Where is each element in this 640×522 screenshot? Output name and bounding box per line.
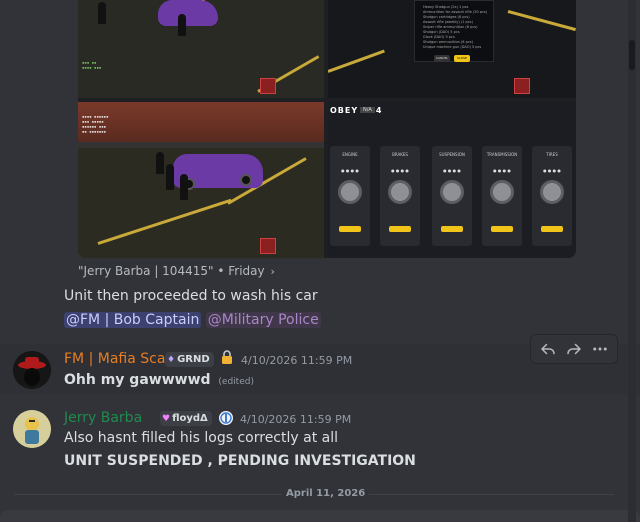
dialog-confirm-button: CLOSE	[454, 55, 470, 62]
tune-shop-badge: N/A	[360, 107, 375, 113]
game-screenshot-4[interactable]: OBEY RS4 N/A ENGINE ● ● ● ● BRAKES ● ● ●…	[328, 102, 576, 258]
suspension-part-icon	[440, 180, 464, 204]
message-toolbar	[530, 334, 618, 364]
date-divider: April 11, 2026	[282, 488, 370, 499]
date-divider-line	[14, 494, 282, 495]
edited-label: (edited)	[218, 377, 254, 387]
road-marking	[97, 198, 232, 245]
forwarded-text: Unit then proceeded to wash his car	[64, 288, 318, 304]
tune-card-label: TIRES	[546, 152, 558, 157]
forward-source[interactable]: "Jerry Barba | 104415" • Friday ›	[78, 264, 275, 278]
game-screenshot-2[interactable]: Heavy Shotgun (2x) 1 pcs Ammunition for …	[328, 0, 576, 98]
character	[156, 152, 164, 174]
forwarded-image-grid[interactable]: ▪▪▪ ▪▪ ▪▪▪▪ ▪▪▪ Heavy Shotgun (2x) 1 pcs …	[78, 0, 576, 258]
tag-label: floydΔ	[172, 413, 208, 424]
tune-card-level: ● ● ● ●	[543, 168, 561, 173]
hud-icon	[514, 78, 530, 94]
tune-card-transmission: TRANSMISSION ● ● ● ●	[482, 146, 522, 246]
tune-card-label: SUSPENSION	[439, 152, 465, 157]
hud-icon	[260, 78, 276, 94]
character	[180, 174, 188, 200]
dialog-cancel-button: CANCEL	[434, 55, 450, 62]
username[interactable]: Jerry Barba	[64, 410, 142, 426]
avatar[interactable]	[13, 410, 51, 448]
tag-label: GRND	[177, 354, 210, 365]
tune-card-button	[441, 226, 463, 232]
brake-part-icon	[388, 180, 412, 204]
tune-card-button	[491, 226, 513, 232]
character	[178, 14, 186, 36]
game-screenshot-1[interactable]: ▪▪▪ ▪▪ ▪▪▪▪ ▪▪▪	[78, 0, 324, 98]
tune-card-label: TRANSMISSION	[486, 152, 518, 157]
forward-source-name: "Jerry Barba | 104415"	[78, 264, 214, 278]
hud-overlay: ▪▪▪▪ ▪▪▪▪▪▪ ▪▪▪ ▪▪▪▪▪ ▪▪▪▪▪▪ ▪▪▪ ▪▪ ▪▪▪▪▪▪▪	[82, 114, 109, 134]
heart-icon: ♥	[162, 413, 171, 424]
server-tag[interactable]: ♦ GRND	[165, 352, 214, 367]
hud-overlay: ▪▪▪ ▪▪ ▪▪▪▪ ▪▪▪	[82, 60, 102, 70]
tune-card-suspension: SUSPENSION ● ● ● ●	[432, 146, 472, 246]
message-text: UNIT SUSPENDED , PENDING INVESTIGATION	[64, 453, 416, 469]
character	[98, 2, 106, 24]
tune-card-tires: TIRES ● ● ● ●	[532, 146, 572, 246]
tune-card-label: ENGINE	[342, 152, 358, 157]
forwarded-mentions: @FM | Bob Captain @Military Police	[64, 312, 321, 328]
tune-card-level: ● ● ● ●	[341, 168, 359, 173]
tune-card-level: ● ● ● ●	[493, 168, 511, 173]
reply-arrow-icon[interactable]	[536, 337, 560, 361]
message-text: Ohh my gawwwwd	[64, 372, 211, 388]
inventory-dialog: Heavy Shotgun (2x) 1 pcs Ammunition for …	[414, 0, 494, 62]
tune-card-button	[389, 226, 411, 232]
tune-card-label: BRAKES	[392, 152, 408, 157]
tune-card-level: ● ● ● ●	[443, 168, 461, 173]
road-marking	[507, 10, 576, 32]
tune-card-engine: ENGINE ● ● ● ●	[330, 146, 370, 246]
message-timestamp[interactable]: 4/10/2026 11:59 PM	[240, 413, 351, 426]
scrollbar-thumb[interactable]	[629, 40, 635, 70]
character	[166, 164, 174, 190]
forward-arrow-icon[interactable]	[562, 337, 586, 361]
game-screenshot-3[interactable]: ▪▪▪▪ ▪▪▪▪▪▪ ▪▪▪ ▪▪▪▪▪ ▪▪▪▪▪▪ ▪▪▪ ▪▪ ▪▪▪▪▪▪▪	[78, 102, 324, 258]
transmission-part-icon	[490, 180, 514, 204]
engine-part-icon	[338, 180, 362, 204]
hud-icon	[260, 238, 276, 254]
forward-separator: •	[217, 264, 225, 278]
purple-car	[158, 0, 218, 26]
tire-part-icon	[540, 180, 564, 204]
dialog-list: Heavy Shotgun (2x) 1 pcs Ammunition for …	[423, 5, 488, 49]
avatar[interactable]	[13, 351, 51, 389]
role-icon	[218, 410, 234, 426]
forward-time: Friday	[228, 264, 265, 278]
tune-card-level: ● ● ● ●	[391, 168, 409, 173]
server-tag[interactable]: ♥ floydΔ	[160, 411, 212, 426]
scrollbar-track[interactable]	[628, 0, 636, 522]
date-divider-line	[354, 494, 614, 495]
chevron-right-icon: ›	[270, 265, 275, 278]
username-text[interactable]: FM | Mafia Scar	[64, 351, 171, 367]
road-marking	[328, 49, 385, 73]
message-content: Ohh my gawwwwd (edited)	[64, 372, 254, 388]
flame-icon: ♦	[167, 354, 176, 365]
lock-icon	[219, 349, 235, 365]
message-timestamp[interactable]: 4/10/2026 11:59 PM	[241, 354, 352, 367]
tune-card-button	[339, 226, 361, 232]
username[interactable]: FM | Mafia Scar	[64, 351, 171, 367]
message-input[interactable]	[0, 510, 640, 522]
wall-base	[78, 142, 324, 148]
user-mention[interactable]: @FM | Bob Captain	[64, 312, 202, 328]
more-dots-icon[interactable]	[588, 337, 612, 361]
message-text: Also hasnt filled his logs correctly at …	[64, 430, 338, 446]
brick-wall	[78, 102, 324, 142]
tune-card-button	[541, 226, 563, 232]
role-mention[interactable]: @Military Police	[205, 312, 321, 328]
car-wheel	[240, 174, 252, 186]
username-text[interactable]: Jerry Barba	[64, 410, 142, 426]
tune-card-brakes: BRAKES ● ● ● ●	[380, 146, 420, 246]
